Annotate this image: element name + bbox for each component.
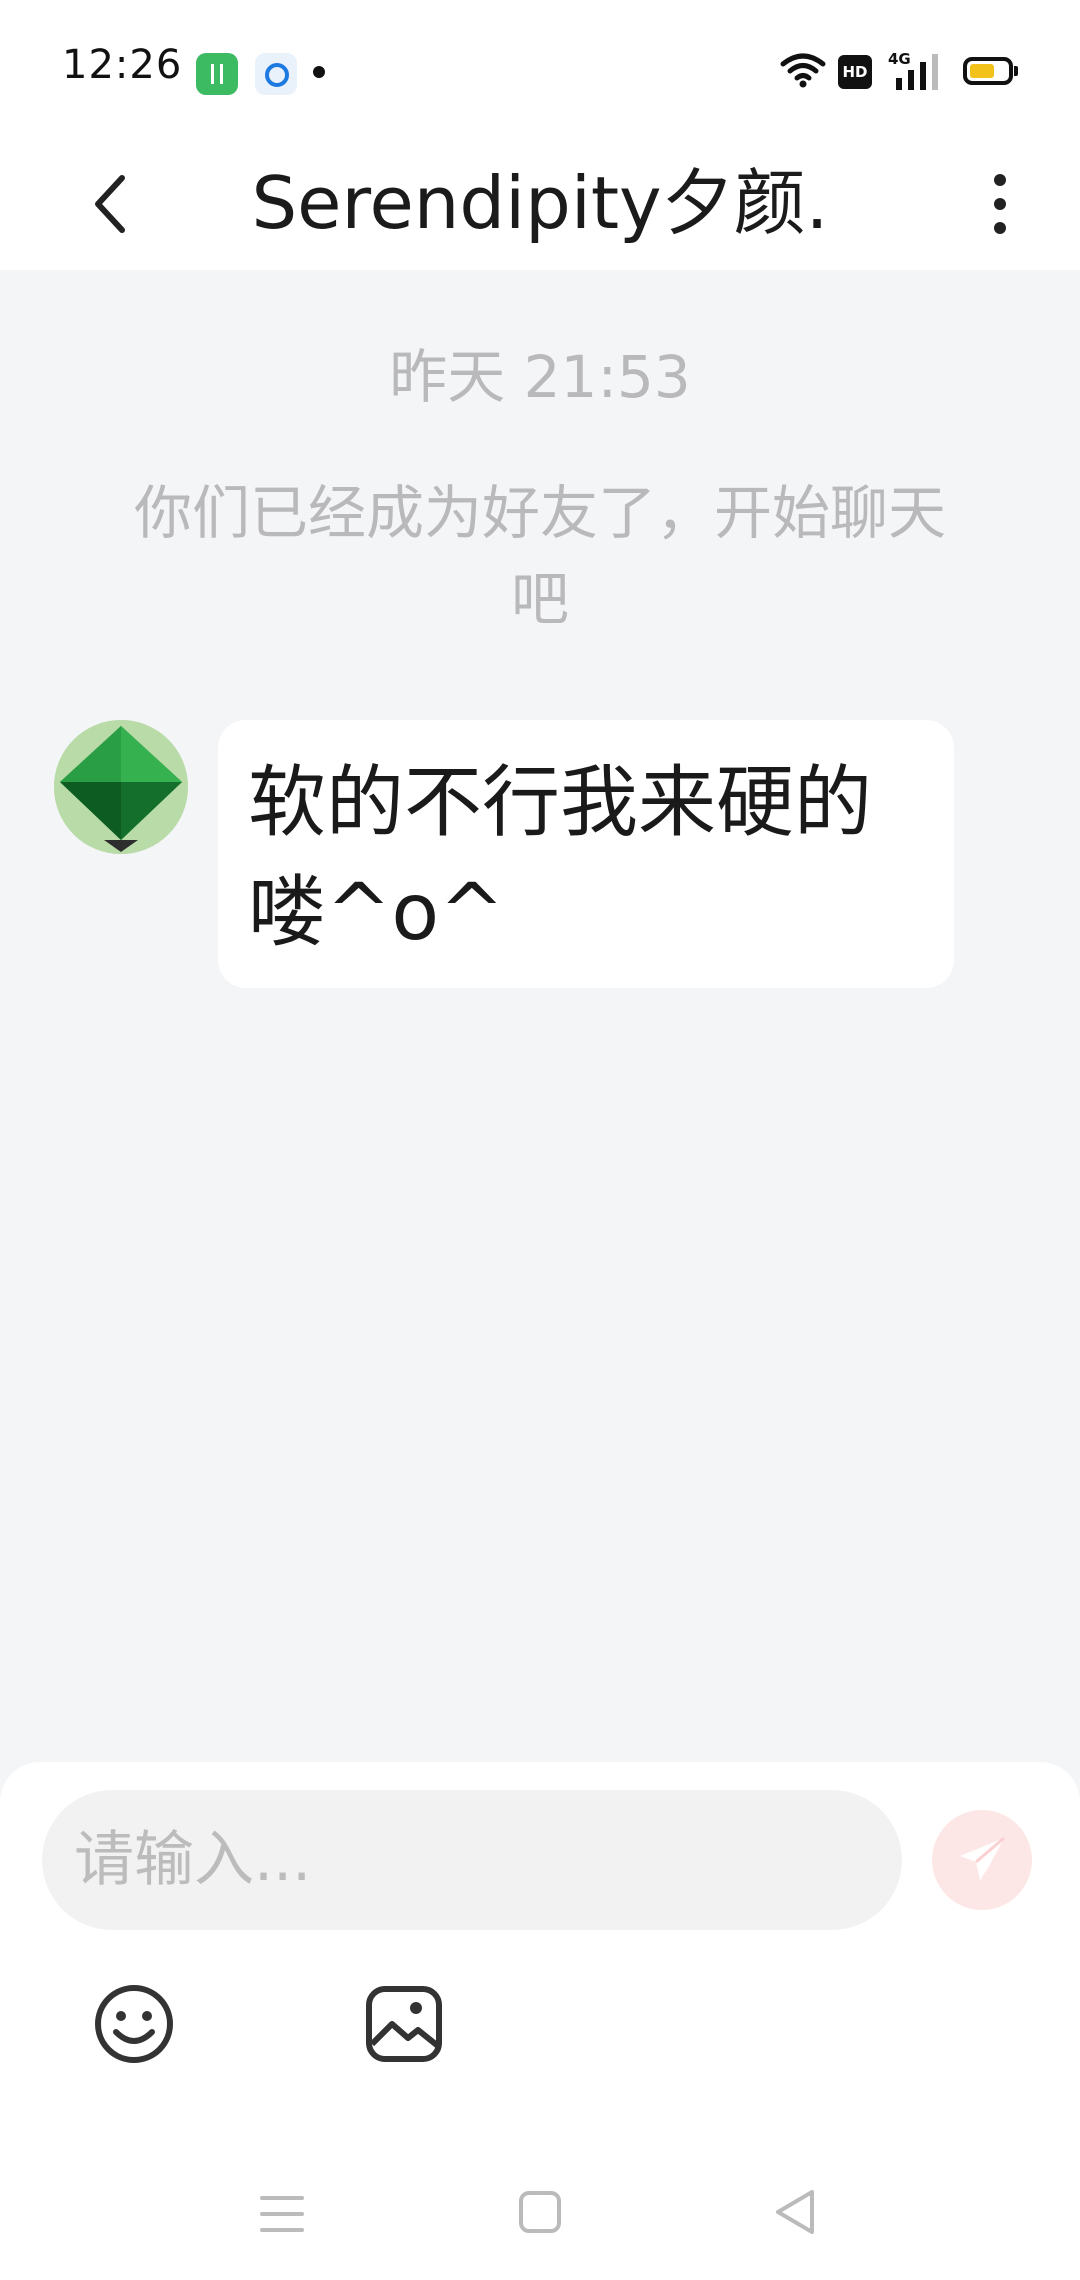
system-message: 你们已经成为好友了，开始聊天吧: [133, 479, 946, 633]
page-title: Serendipity夕颜.: [251, 161, 829, 245]
green-app-icon: [196, 53, 238, 95]
chat-header: Serendipity夕颜.: [0, 145, 1080, 270]
notification-dot: [313, 66, 325, 78]
network-type: 4G: [888, 50, 911, 68]
emoji-button[interactable]: [94, 1984, 174, 2064]
battery-icon: [963, 57, 1018, 85]
avatar[interactable]: [54, 720, 188, 854]
hd-badge: HD: [838, 55, 872, 89]
send-icon: [960, 1836, 1005, 1880]
home-icon[interactable]: [518, 2190, 562, 2234]
send-button[interactable]: [932, 1810, 1032, 1910]
back-button[interactable]: [70, 159, 150, 249]
message-bubble[interactable]: 软的不行我来硬的喽^o^: [218, 720, 954, 988]
message-input[interactable]: 请输入...: [42, 1790, 902, 1930]
more-vertical-icon: [994, 174, 1006, 186]
signal-icon: 4G: [888, 50, 938, 90]
menu-icon[interactable]: [258, 2192, 306, 2236]
status-time: 12:26: [62, 42, 183, 88]
green-gem-avatar: [54, 720, 188, 854]
image-icon: [366, 1986, 442, 2062]
image-button[interactable]: [364, 1984, 444, 2064]
status-indicators: HD 4G: [680, 0, 1080, 145]
status-bar: 12:26 HD 4G: [0, 0, 1080, 145]
chat-screen: 12:26 HD 4G Serendipity夕颜. 昨天 21:53 你们已经…: [0, 0, 1080, 2280]
wifi-icon: [780, 53, 826, 88]
chevron-left-icon: [95, 175, 125, 233]
emoji-icon: [95, 1985, 173, 2063]
back-triangle-icon[interactable]: [772, 2188, 816, 2236]
message-timestamp: 昨天 21:53: [389, 343, 691, 411]
more-options-button[interactable]: [960, 159, 1040, 249]
system-nav-bar: [0, 2150, 1080, 2280]
blue-app-icon: [255, 53, 297, 95]
